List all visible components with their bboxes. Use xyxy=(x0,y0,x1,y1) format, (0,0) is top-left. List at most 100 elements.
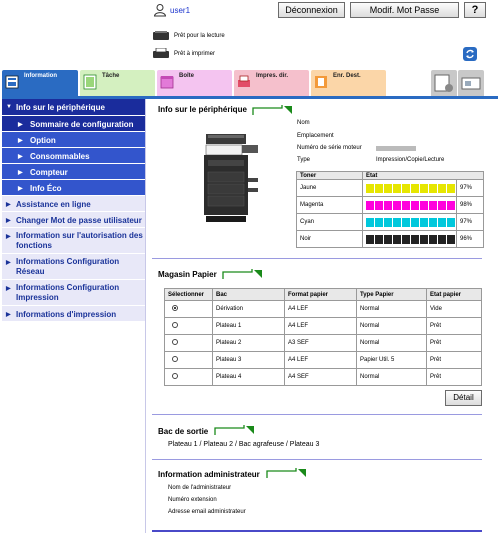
tray-name: Plateau 1 xyxy=(212,317,285,335)
paper-header-row: Sélectionner Bac Format papier Type Papi… xyxy=(164,288,482,301)
device-type-value: Impression/Copie/Lecture xyxy=(376,157,445,163)
help-arrow-icon xyxy=(214,425,254,435)
tab-device-settings[interactable] xyxy=(431,70,457,96)
paper-tray-title: Magasin Papier xyxy=(158,270,217,279)
toner-segment xyxy=(393,183,401,193)
device-info-title: Info sur le périphérique xyxy=(158,105,247,114)
toner-percent: 97% xyxy=(456,179,484,197)
paper-size: A4 LEF xyxy=(284,300,357,318)
tray-radio[interactable] xyxy=(172,322,178,328)
change-password-button[interactable]: Modif. Mot Passe xyxy=(350,2,459,18)
toner-name: Cyan xyxy=(296,213,363,231)
tab-box[interactable]: Boîte xyxy=(157,70,232,96)
table-row: Plateau 2 A3 SEF Normal Prêt xyxy=(164,334,482,352)
toner-percent: 96% xyxy=(456,230,484,248)
sidebar-item-online-assistance[interactable]: ▶ Assistance en ligne xyxy=(2,196,145,212)
toner-segment xyxy=(384,200,392,210)
toner-segment xyxy=(420,217,428,227)
toner-segment xyxy=(429,217,437,227)
tab-job[interactable]: Tâche xyxy=(80,70,155,96)
tab-label: Enr. Dest. xyxy=(333,73,361,79)
paper-state: Prêt xyxy=(426,351,482,369)
device-settings-icon xyxy=(434,74,453,92)
toner-segment xyxy=(366,217,374,227)
state-column-header: Etat xyxy=(362,171,484,180)
sidebar-item-print-info[interactable]: ▶ Informations d'impression xyxy=(2,306,145,322)
sidebar-item-print-config[interactable]: ▶ Informations Configuration Impression xyxy=(2,280,145,306)
device-serial-label: Numéro de série moteur xyxy=(297,145,362,151)
toner-segment xyxy=(402,200,410,210)
detail-button[interactable]: Détail xyxy=(445,390,482,406)
chevron-right-icon: ▶ xyxy=(6,234,11,240)
chevron-down-icon: ▼ xyxy=(6,104,12,110)
tab-display[interactable] xyxy=(458,70,484,96)
toner-segment xyxy=(411,183,419,193)
toner-segment xyxy=(366,200,374,210)
help-arrow-icon xyxy=(222,269,262,279)
sidebar-item-label: Assistance en ligne xyxy=(16,200,91,209)
printer-icon xyxy=(153,48,169,58)
toner-level-bar xyxy=(362,213,457,231)
paper-size: A4 LEF xyxy=(284,317,357,335)
sidebar-item-change-password[interactable]: ▶ Changer Mot de passe utilisateur xyxy=(2,212,145,228)
toner-row: Cyan 97% xyxy=(296,213,484,231)
toner-segment xyxy=(447,200,455,210)
admin-email-label: Adresse email administrateur xyxy=(168,509,246,515)
toner-percent: 98% xyxy=(456,196,484,214)
size-column-header: Format papier xyxy=(284,288,357,301)
toner-segment xyxy=(375,200,383,210)
admin-extension-label: Numéro extension xyxy=(168,497,217,503)
paper-state: Vide xyxy=(426,300,482,318)
section-divider xyxy=(152,459,482,460)
toner-segment xyxy=(375,183,383,193)
sidebar-item-network-config[interactable]: ▶ Informations Configuration Réseau xyxy=(2,254,145,280)
paper-type: Normal xyxy=(356,300,427,318)
toner-name: Jaune xyxy=(296,179,363,197)
scan-status: Prêt pour la lecture xyxy=(152,29,225,43)
toner-name: Magenta xyxy=(296,196,363,214)
job-tab-icon xyxy=(83,74,97,90)
toner-segment xyxy=(375,217,383,227)
paper-state: Prêt xyxy=(426,334,482,352)
sidebar-item-consumables[interactable]: ▶ Consommables xyxy=(2,148,145,164)
sidebar-item-eco-info[interactable]: ▶ Info Éco xyxy=(2,180,145,196)
toner-segment xyxy=(375,234,383,244)
output-tray-title: Bac de sortie xyxy=(158,427,209,436)
device-serial-value xyxy=(376,146,416,151)
tray-radio[interactable] xyxy=(172,339,178,345)
device-type-label: Type xyxy=(297,157,311,163)
sidebar-item-config-summary[interactable]: ▶ Sommaire de configuration xyxy=(2,116,145,132)
section-divider xyxy=(152,258,482,259)
toner-segment xyxy=(393,234,401,244)
tray-radio[interactable] xyxy=(172,373,178,379)
table-row: Plateau 3 A4 LEF Papier Util. 5 Prêt xyxy=(164,351,482,369)
logout-button[interactable]: Déconnexion xyxy=(278,2,345,18)
sidebar-item-counter[interactable]: ▶ Compteur xyxy=(2,164,145,180)
information-tab-icon xyxy=(5,75,19,89)
paper-type: Normal xyxy=(356,317,427,335)
help-button[interactable]: ? xyxy=(464,2,486,18)
user-icon xyxy=(153,4,167,17)
toner-segment xyxy=(402,234,410,244)
sidebar-item-label: Info sur le périphérique xyxy=(16,103,105,112)
sidebar-item-label: Informations Configuration Réseau xyxy=(16,257,120,276)
sidebar-item-option[interactable]: ▶ Option xyxy=(2,132,145,148)
toner-segment xyxy=(384,217,392,227)
toner-segment xyxy=(402,217,410,227)
sidebar-item-function-permission[interactable]: ▶ Information sur l'autorisation des fon… xyxy=(2,228,145,254)
chevron-right-icon: ▶ xyxy=(18,138,23,144)
paper-type: Papier Util. 5 xyxy=(356,351,427,369)
tab-address-book[interactable]: Enr. Dest. xyxy=(311,70,386,96)
toner-level-bar xyxy=(362,179,457,197)
tray-radio[interactable] xyxy=(172,305,178,311)
sidebar-item-device-info[interactable]: ▼ Info sur le périphérique xyxy=(2,99,145,116)
chevron-right-icon: ▶ xyxy=(6,202,11,208)
toner-segment xyxy=(447,217,455,227)
refresh-icon[interactable] xyxy=(463,47,477,61)
tab-information[interactable]: Information xyxy=(2,70,78,96)
paper-size: A3 SEF xyxy=(284,334,357,352)
chevron-right-icon: ▶ xyxy=(6,286,11,292)
tray-radio[interactable] xyxy=(172,356,178,362)
tab-direct-print[interactable]: Impres. dir. xyxy=(234,70,309,96)
output-tray-value: Plateau 1 / Plateau 2 / Bac agrafeuse / … xyxy=(168,441,320,448)
